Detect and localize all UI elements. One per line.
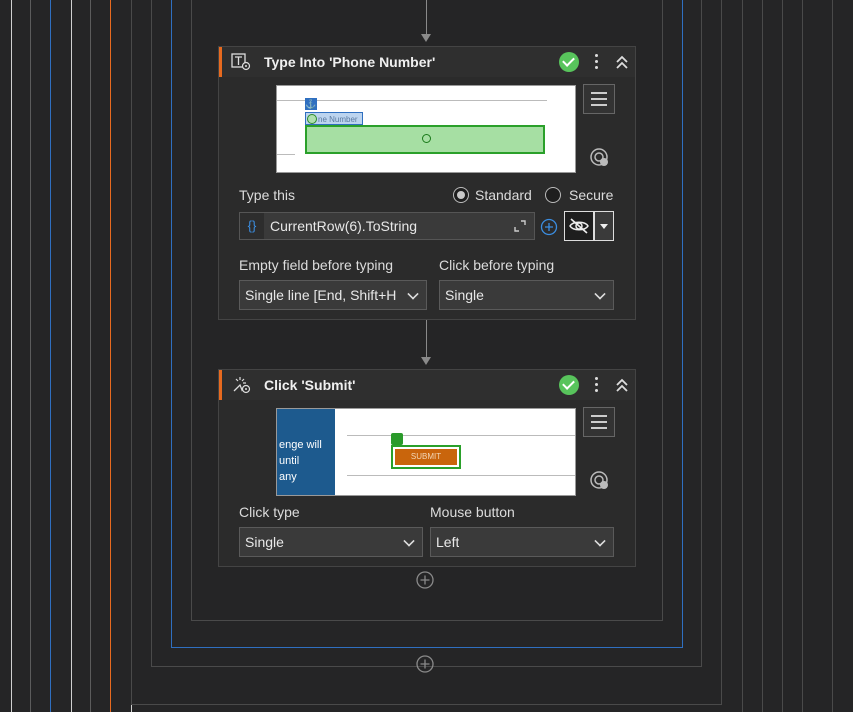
anchor-icon: ⚓ [305, 98, 317, 110]
target-icon [307, 114, 317, 124]
activity-header[interactable]: Type Into 'Phone Number' [219, 47, 635, 77]
collapse-icon[interactable] [614, 376, 630, 394]
scope-line [802, 0, 803, 712]
chevron-down-icon [594, 535, 606, 547]
add-activity-icon[interactable] [416, 655, 434, 673]
scope-line [782, 0, 783, 712]
click-type-label: Click type [239, 504, 300, 520]
connector-line [426, 0, 427, 34]
click-before-label: Click before typing [439, 257, 555, 273]
click-type-select[interactable]: Single [239, 527, 423, 557]
preview-text: enge will [279, 439, 322, 451]
select-value: Single [245, 534, 284, 550]
activity-title: Type Into 'Phone Number' [264, 54, 436, 70]
standard-radio[interactable] [453, 187, 469, 203]
target-icon [391, 433, 403, 445]
type-into-activity[interactable]: Type Into 'Phone Number' ⚓ ne Number Typ… [218, 46, 636, 320]
connector-arrow [421, 34, 431, 42]
preview-banner: enge will until any [277, 409, 335, 495]
click-icon [233, 377, 251, 394]
empty-field-select[interactable]: Single line [End, Shift+H [239, 280, 427, 310]
preview-text: until [279, 455, 300, 467]
submit-preview-button: SUBMIT [395, 449, 457, 465]
target-icon[interactable] [589, 470, 611, 492]
menu-icon[interactable] [583, 407, 615, 437]
click-before-select[interactable]: Single [439, 280, 614, 310]
mouse-button-select[interactable]: Left [430, 527, 614, 557]
target-icon[interactable] [589, 147, 611, 169]
target-highlight: SUBMIT [391, 445, 461, 469]
dropdown-icon [600, 224, 608, 229]
activity-title: Click 'Submit' [264, 377, 356, 393]
target-icon [422, 134, 431, 143]
menu-icon[interactable] [583, 84, 615, 114]
type-into-icon [231, 53, 251, 71]
scope-line [832, 0, 833, 712]
type-this-input[interactable]: {} CurrentRow(6).ToString [239, 212, 535, 240]
element-preview[interactable]: ⚓ ne Number [276, 85, 576, 173]
secure-radio[interactable] [545, 187, 561, 203]
mouse-button-label: Mouse button [430, 504, 515, 520]
scope-line [90, 0, 91, 712]
preview-text: ne Number [318, 115, 358, 124]
secure-dropdown-button[interactable] [594, 211, 614, 241]
add-icon[interactable] [540, 218, 558, 236]
check-icon [559, 52, 579, 72]
type-this-label: Type this [239, 187, 296, 203]
hide-value-button[interactable] [564, 211, 594, 241]
add-activity-icon[interactable] [416, 571, 434, 589]
secure-label: Secure [569, 187, 614, 203]
select-value: Single [445, 287, 484, 303]
more-options-icon[interactable] [590, 52, 602, 72]
scope-line [50, 0, 51, 712]
select-value: Single line [End, Shift+H [245, 287, 397, 303]
collapse-icon[interactable] [614, 53, 630, 71]
scope-line [742, 0, 743, 712]
expression-icon: {} [240, 213, 264, 239]
scope-line [71, 0, 72, 712]
check-icon [559, 375, 579, 395]
select-value: Left [436, 534, 460, 550]
scope-line [110, 0, 111, 712]
more-options-icon[interactable] [590, 375, 602, 395]
expand-icon[interactable] [514, 220, 526, 232]
chevron-down-icon [594, 288, 606, 300]
hide-icon [569, 218, 589, 234]
connector-line [426, 319, 427, 357]
preview-text: any [279, 471, 297, 483]
expression-text: CurrentRow(6).ToString [270, 218, 418, 234]
activity-header[interactable]: Click 'Submit' [219, 370, 635, 400]
connector-arrow [421, 357, 431, 365]
scope-line [762, 0, 763, 712]
scope-line [11, 0, 12, 712]
chevron-down-icon [403, 535, 415, 547]
element-preview[interactable]: enge will until any SUBMIT [276, 408, 576, 496]
click-activity[interactable]: Click 'Submit' enge will until any SUBMI… [218, 369, 636, 567]
scope-line [30, 0, 31, 712]
standard-label: Standard [475, 187, 532, 203]
empty-field-label: Empty field before typing [239, 257, 394, 273]
